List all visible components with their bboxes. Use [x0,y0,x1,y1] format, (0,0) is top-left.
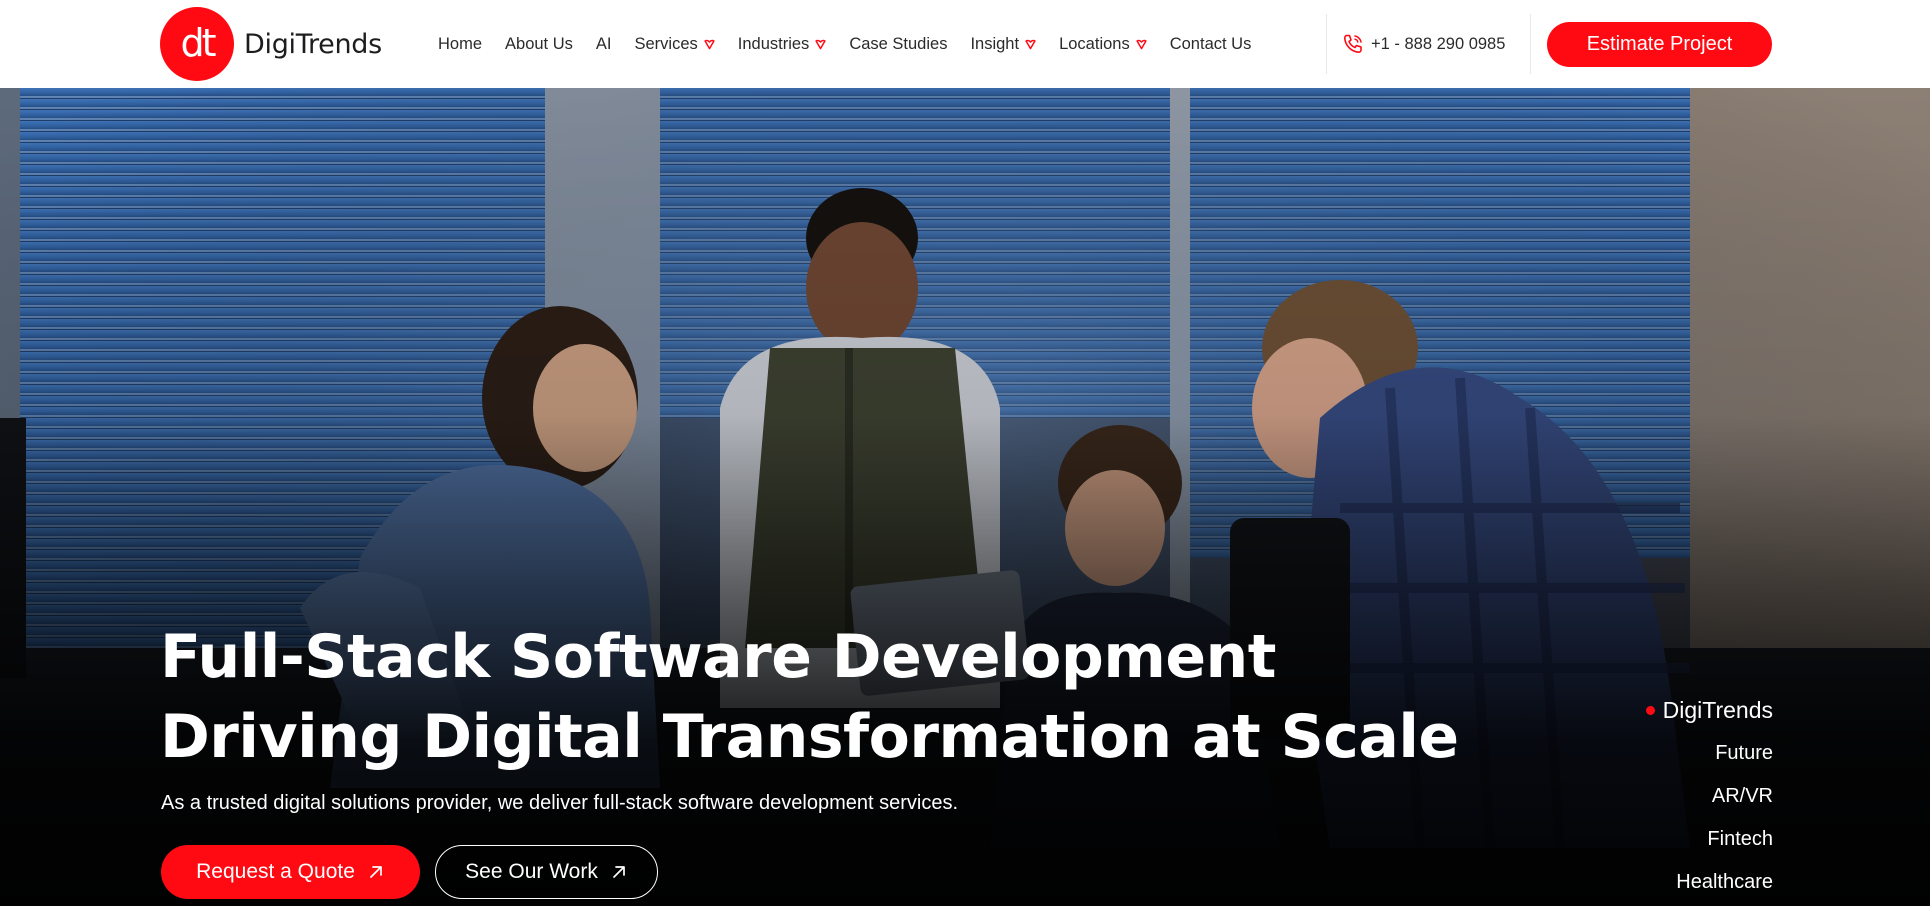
hero-title: Full-Stack Software Development Driving … [160,617,1459,777]
logo-badge: dt [160,7,234,81]
slide-item-healthcare[interactable]: Healthcare [1676,861,1773,904]
nav-item-services[interactable]: Services [634,35,715,54]
hero-title-line-2: Driving Digital Transformation at Scale [160,702,1459,772]
active-dot-icon [1645,706,1655,715]
nav-item-case-studies[interactable]: Case Studies [849,35,947,54]
header-divider [1326,14,1327,74]
slide-item-future[interactable]: Future [1715,732,1773,775]
header-divider [1530,14,1531,74]
see-our-work-button[interactable]: See Our Work [435,845,658,899]
phone-icon [1344,34,1362,53]
nav-item-locations[interactable]: Locations [1059,35,1147,54]
estimate-project-button[interactable]: Estimate Project [1547,22,1772,67]
nav-item-contact-us[interactable]: Contact Us [1170,35,1252,54]
arrow-up-right-icon [612,866,625,878]
slide-item-ar-vr[interactable]: AR/VR [1712,775,1773,818]
hero-title-line-1: Full-Stack Software Development [160,622,1276,692]
brand-logo[interactable]: dt DigiTrends [160,7,382,81]
nav-item-home[interactable]: Home [438,35,482,54]
heart-chevron-icon [1025,39,1036,49]
svg-text:dt: dt [180,22,215,65]
phone-number: +1 - 888 290 0985 [1371,34,1506,53]
arrow-up-right-icon [370,866,382,878]
brand-name: DigiTrends [244,28,382,60]
nav-item-insight[interactable]: Insight [970,35,1036,54]
phone-link[interactable]: +1 - 888 290 0985 [1341,0,1505,88]
slide-item-digitrends[interactable]: DigiTrends [1645,689,1773,732]
hero-overlay [0,88,1930,906]
slide-item-fintech[interactable]: Fintech [1707,818,1773,861]
site-header: dt DigiTrends Home About Us AI Services … [0,0,1930,88]
request-quote-button[interactable]: Request a Quote [161,845,420,899]
nav-item-about-us[interactable]: About Us [505,35,573,54]
hero-section: Full-Stack Software Development Driving … [0,88,1930,906]
nav-item-industries[interactable]: Industries [738,35,827,54]
main-nav: Home About Us AI Services Industries Cas… [438,0,1251,88]
heart-chevron-icon [704,39,715,49]
heart-chevron-icon [815,39,826,49]
hero-slide-list: DigiTrends Future AR/VR Fintech Healthca… [1645,689,1773,904]
nav-item-ai[interactable]: AI [596,35,612,54]
logo-mark-icon: dt [180,22,218,65]
heart-chevron-icon [1136,39,1147,49]
